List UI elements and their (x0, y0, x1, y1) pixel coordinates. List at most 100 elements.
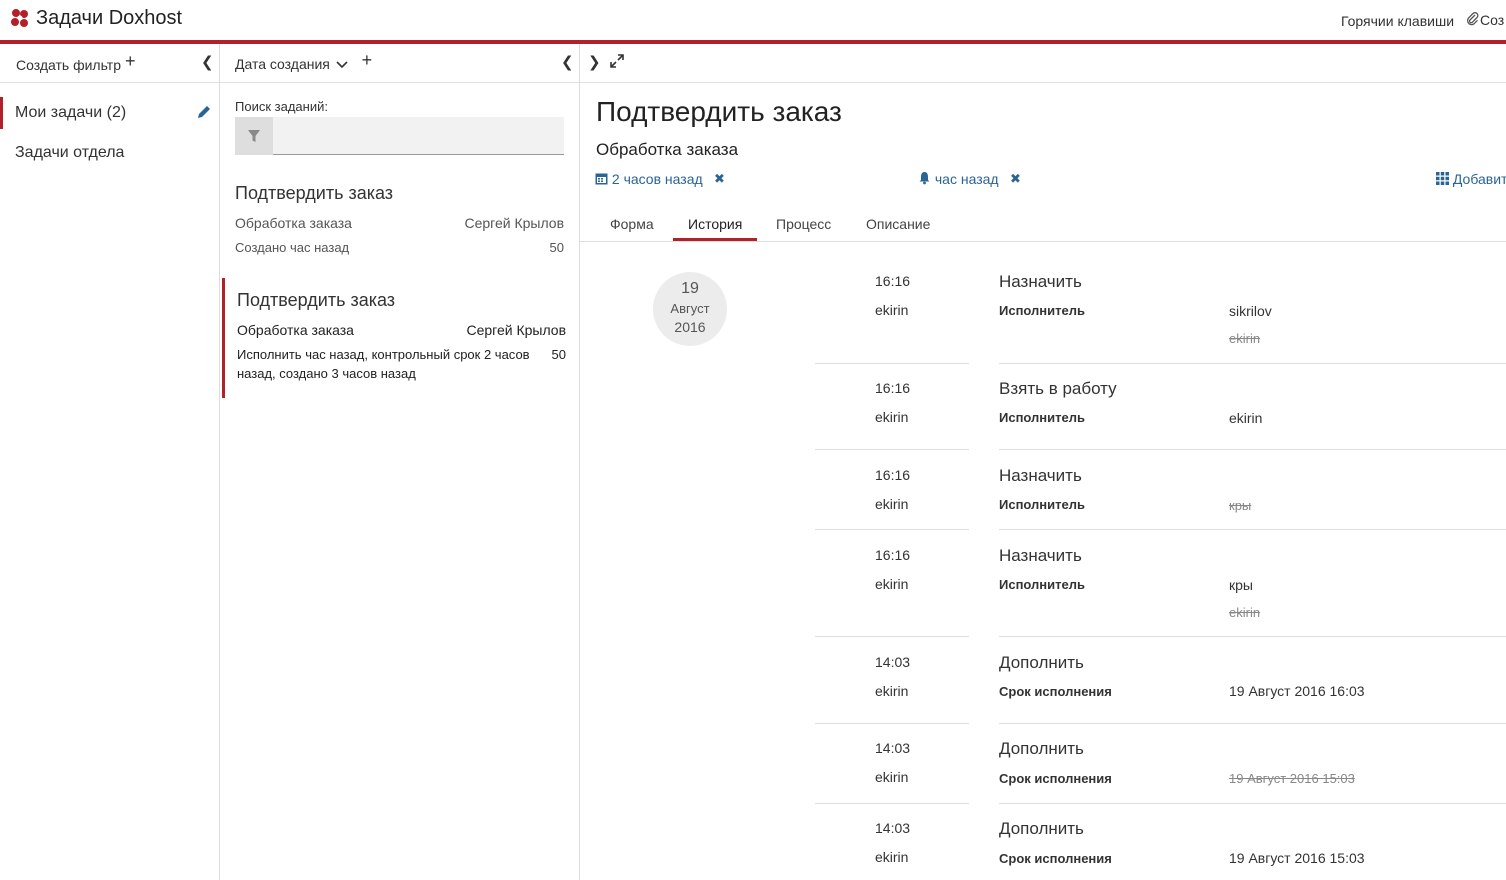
add-button-label: Добавит (1452, 171, 1506, 187)
history-action: Взять в работу (999, 379, 1117, 398)
calendar-icon (595, 173, 608, 185)
history-time: 16:16 (875, 380, 911, 396)
history-action: Назначить (999, 466, 1082, 485)
plus-icon: + (125, 51, 136, 71)
detail-title: Подтвердить заказ (596, 96, 842, 127)
collapse-filters-chevron-left-icon[interactable]: ❮ (201, 53, 214, 71)
history-separator (999, 529, 1506, 530)
search-input[interactable] (275, 117, 564, 155)
filter-department-tasks-label: Задачи отдела (15, 144, 125, 161)
app-title: Задачи Doxhost (36, 7, 183, 29)
filter-my-tasks-label: Мои задачи (2) (15, 104, 127, 121)
filters-header-line (0, 82, 219, 83)
history-new-value: ekirin (1229, 410, 1263, 426)
add-task-plus-icon[interactable]: + (362, 50, 373, 70)
sort-label: Дата создания (235, 56, 330, 72)
chevron-down-icon (336, 61, 348, 69)
edit-pencil-icon[interactable] (196, 104, 212, 120)
search-filter-button[interactable] (235, 117, 273, 155)
collapse-list-chevron-left-icon[interactable]: ❮ (561, 53, 574, 71)
history-field: Срок исполнения (999, 851, 1112, 866)
search-label: Поиск заданий: (235, 99, 328, 114)
tab-description[interactable]: Описание (866, 216, 930, 232)
history-separator (815, 636, 969, 637)
fullscreen-expand-icon[interactable] (610, 54, 624, 68)
tabs-divider (580, 241, 1506, 242)
history-separator (999, 449, 1506, 450)
date-year: 2016 (674, 319, 706, 335)
create-filter-label: Создать фильтр (16, 57, 121, 73)
task-assignee: Сергей Крылов (464, 215, 564, 231)
task-priority: 50 (551, 347, 566, 362)
history-old-value: кры (1229, 498, 1252, 513)
history-new-value: 19 Август 2016 15:03 (1229, 850, 1365, 866)
task-info-line-1: Исполнить час назад, контрольный срок 2 … (237, 347, 530, 362)
task-priority: 50 (549, 240, 564, 255)
top-bar: Задачи Doxhost Горячии клавиши Соз (0, 0, 1506, 44)
history-time: 16:16 (875, 467, 911, 483)
task-title: Подтвердить заказ (237, 290, 396, 310)
history-separator (999, 723, 1506, 724)
history-separator (999, 363, 1506, 364)
list-divider (579, 44, 580, 880)
task-assignee: Сергей Крылов (466, 322, 566, 338)
history-new-value: кры (1229, 577, 1253, 593)
history-time: 16:16 (875, 547, 911, 563)
reminder-meta[interactable]: час назад (918, 171, 999, 187)
history-action: Назначить (999, 272, 1082, 291)
tab-process[interactable]: Процесс (776, 216, 831, 232)
history-action: Дополнить (999, 819, 1084, 838)
task-process: Обработка заказа (237, 322, 354, 338)
create-label: Соз (1480, 12, 1505, 28)
history-field: Срок исполнения (999, 771, 1112, 786)
history-separator (815, 363, 969, 364)
paperclip-icon (1467, 12, 1479, 26)
history-separator (815, 803, 969, 804)
funnel-icon (248, 130, 260, 142)
task-card[interactable]: Подтвердить заказ Обработка заказа Серге… (220, 170, 579, 270)
history-separator (815, 529, 969, 530)
history-new-value: sikrilov (1229, 303, 1272, 319)
remove-reminder-close-icon[interactable]: ✖ (1010, 171, 1021, 187)
tab-form[interactable]: Форма (610, 216, 654, 232)
history-date-badge: 19 Август 2016 (653, 272, 727, 346)
history-time: 14:03 (875, 740, 911, 756)
remove-created-close-icon[interactable]: ✖ (714, 171, 725, 187)
history-time: 14:03 (875, 820, 911, 836)
history-field: Исполнитель (999, 577, 1085, 592)
detail-process: Обработка заказа (596, 140, 739, 159)
grid-icon (1436, 172, 1449, 185)
bell-icon (919, 172, 930, 185)
task-card-selected[interactable]: Подтвердить заказ Обработка заказа Серге… (222, 278, 581, 398)
expand-chevron-right-icon[interactable]: ❯ (588, 53, 601, 71)
history-old-value: 19 Август 2016 15:03 (1229, 771, 1355, 786)
history-user: ekirin (875, 409, 909, 425)
date-day: 19 (681, 280, 699, 297)
task-info-line-2: назад, создано 3 часов назад (237, 366, 416, 381)
list-header-line (220, 82, 579, 83)
add-button[interactable]: Добавит (1436, 171, 1506, 187)
task-title: Подтвердить заказ (235, 183, 394, 203)
history-action: Назначить (999, 546, 1082, 565)
history-time: 16:16 (875, 273, 911, 289)
date-month: Август (670, 301, 710, 316)
history-user: ekirin (875, 849, 909, 865)
history-field: Срок исполнения (999, 684, 1112, 699)
history-user: ekirin (875, 683, 909, 699)
history-separator (815, 723, 969, 724)
sort-by-created-dropdown[interactable]: Дата создания + (235, 50, 373, 74)
history-separator (815, 449, 969, 450)
task-info: Создано час назад (235, 240, 350, 255)
tab-history[interactable]: История (688, 216, 742, 232)
history-old-value: ekirin (1229, 605, 1261, 620)
reminder-meta-label: час назад (934, 171, 999, 187)
created-meta[interactable]: 2 часов назад (595, 171, 703, 187)
filter-department-tasks[interactable]: Задачи отдела (0, 137, 219, 169)
create-filter-button[interactable]: Создать фильтр + (16, 51, 136, 75)
create-button[interactable]: Соз (1466, 12, 1504, 28)
filter-my-tasks[interactable]: Мои задачи (2) (0, 97, 219, 129)
hotkeys-link[interactable]: Горячии клавиши (1341, 13, 1454, 29)
history-user: ekirin (875, 496, 909, 512)
history-action: Дополнить (999, 739, 1084, 758)
task-process: Обработка заказа (235, 215, 352, 231)
